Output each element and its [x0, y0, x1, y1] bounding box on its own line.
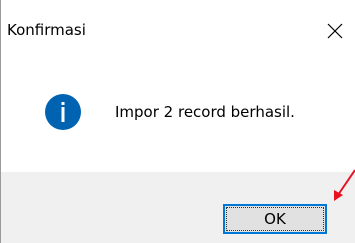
close-button[interactable] — [317, 14, 353, 48]
ok-button[interactable]: OK — [223, 204, 327, 234]
dialog-message: Impor 2 record berhasil. — [115, 103, 295, 121]
info-icon — [45, 94, 81, 130]
title-bar: Konfirmasi — [1, 0, 355, 60]
dialog-title: Konfirmasi — [7, 21, 86, 39]
close-icon — [327, 23, 343, 39]
ok-button-label: OK — [264, 210, 286, 228]
dialog-body: Impor 2 record berhasil. — [1, 60, 355, 172]
dialog-footer: OK — [1, 172, 355, 243]
confirmation-dialog: Konfirmasi Impor 2 record berhasil. OK — [0, 0, 355, 243]
